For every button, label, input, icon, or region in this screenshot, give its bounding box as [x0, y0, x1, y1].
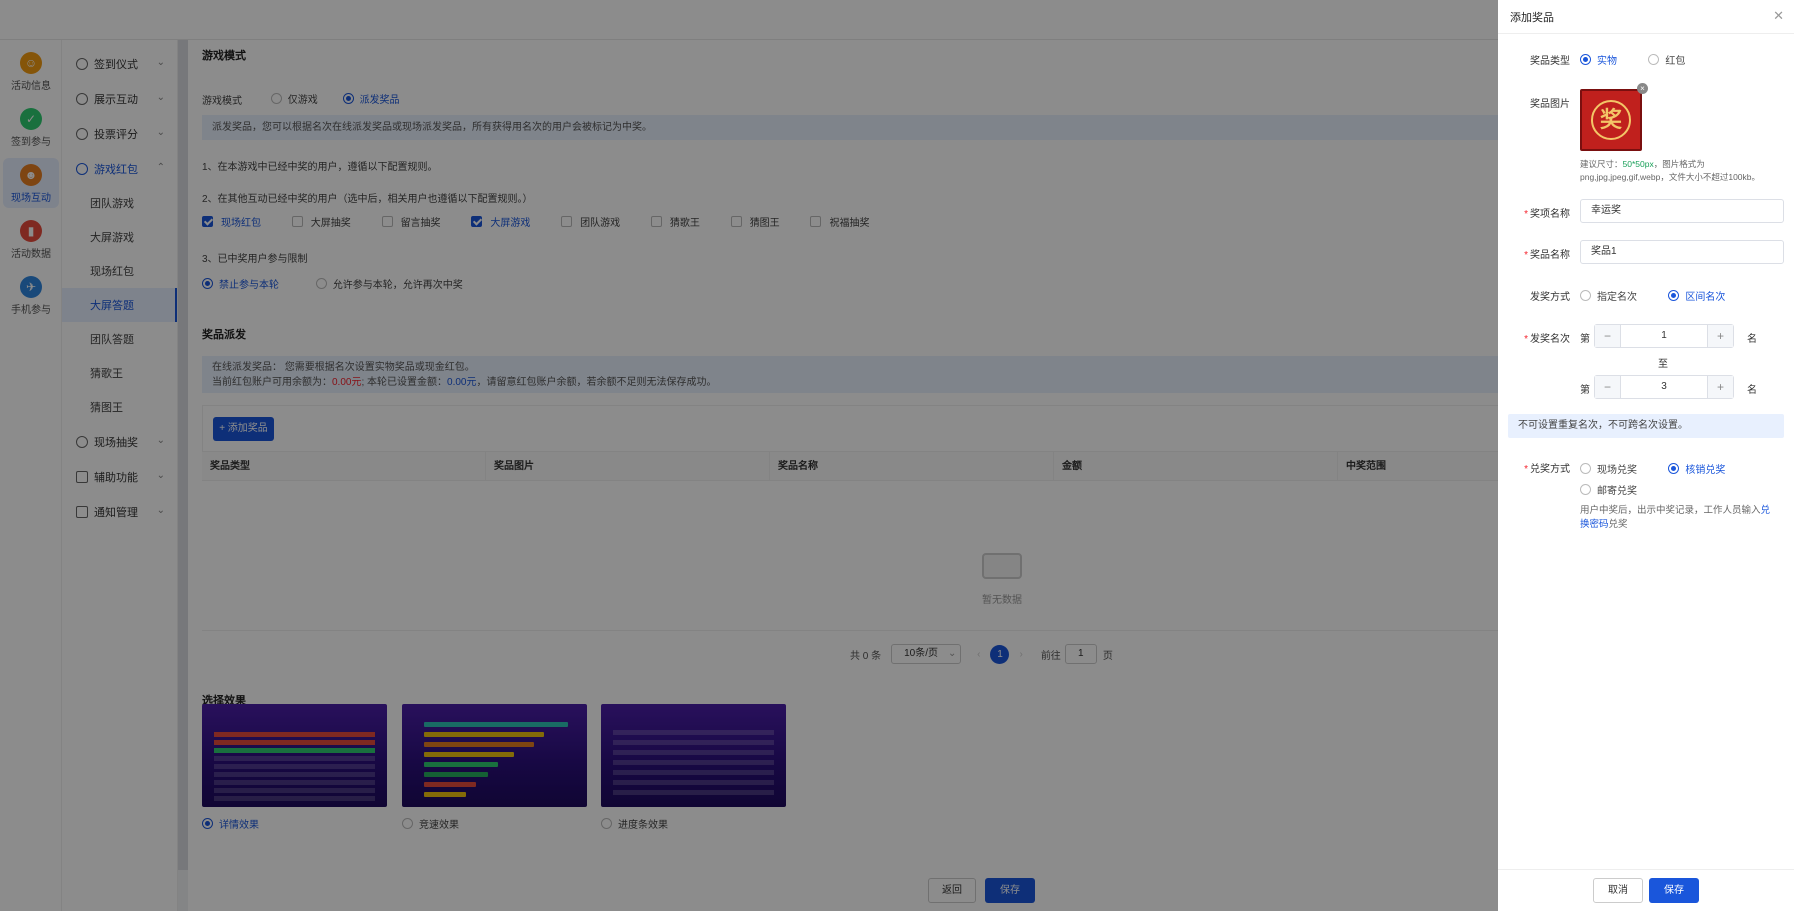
redeem-options: 现场兑奖 核销兑奖: [1580, 461, 1725, 477]
plus-icon[interactable]: +: [1707, 376, 1733, 398]
close-icon[interactable]: ✕: [1773, 9, 1784, 23]
remove-image-icon[interactable]: ×: [1637, 83, 1648, 94]
radio-circle: [1668, 463, 1680, 474]
radio-red-packet[interactable]: 红包: [1648, 52, 1685, 67]
award-rank-label: * 发奖名次: [1524, 334, 1570, 345]
redeem-description: 用户中奖后，出示中奖记录，工作人员输入兑换密码兑奖: [1580, 504, 1786, 532]
cancel-button[interactable]: 取消: [1593, 878, 1643, 903]
redeem-code-link[interactable]: 兑: [1761, 505, 1771, 516]
rank-to-value[interactable]: 3: [1621, 376, 1707, 398]
drawer-title: 添加奖品: [1510, 11, 1554, 24]
rank-notice: 不可设置重复名次，不可跨名次设置。: [1508, 414, 1784, 438]
rank-from-unit: 名: [1747, 334, 1757, 345]
option-label: 区间名次: [1685, 292, 1726, 303]
radio-circle: [1668, 290, 1680, 301]
radio-circle: [1580, 54, 1591, 65]
option-label: 邮寄兑奖: [1597, 486, 1637, 497]
image-hint: 建议尺寸：50*50px，图片格式为 png,jpg,jpeg,gif,webp…: [1580, 158, 1760, 184]
prize-image[interactable]: 奖: [1580, 89, 1642, 151]
plus-icon[interactable]: +: [1707, 325, 1733, 347]
redeem-desc-suffix: 兑奖: [1608, 519, 1628, 530]
rank-from-value[interactable]: 1: [1621, 325, 1707, 347]
rank-from-prefix: 第: [1580, 334, 1590, 345]
award-method-label: 发奖方式: [1530, 292, 1570, 303]
radio-circle: [1648, 54, 1660, 65]
prize-name-label: * 奖品名称: [1524, 250, 1570, 261]
hint-prefix: 建议尺寸：: [1580, 159, 1623, 169]
rank-to-stepper[interactable]: − 3 +: [1594, 375, 1734, 399]
option-label: 指定名次: [1597, 292, 1637, 303]
rank-from-stepper[interactable]: − 1 +: [1594, 324, 1734, 348]
drawer-save-button[interactable]: 保存: [1649, 878, 1699, 903]
prize-image-glyph: 奖: [1591, 100, 1631, 140]
radio-fixed-rank[interactable]: 指定名次: [1580, 288, 1637, 303]
hint-size: 50*50px: [1622, 159, 1654, 169]
radio-circle: [1580, 463, 1591, 474]
option-label: 实物: [1597, 56, 1617, 67]
redeem-option-mail: 邮寄兑奖: [1580, 482, 1637, 498]
option-label: 核销兑奖: [1685, 465, 1726, 476]
drawer-header: 添加奖品 ✕: [1498, 0, 1794, 34]
redeem-desc-prefix: 用户中奖后，出示中奖记录，工作人员输入: [1580, 505, 1761, 516]
prize-type-label: 奖品类型: [1530, 56, 1570, 67]
radio-verify-redeem[interactable]: 核销兑奖: [1668, 461, 1725, 476]
radio-circle: [1580, 484, 1591, 495]
hint-suffix: ，图片格式为: [1653, 159, 1705, 169]
hint-line2: png,jpg,jpeg,gif,webp，文件大小不超过100kb。: [1580, 172, 1760, 182]
radio-range-rank[interactable]: 区间名次: [1668, 288, 1725, 303]
award-method-options: 指定名次 区间名次: [1580, 288, 1725, 304]
rank-to-prefix: 第: [1580, 385, 1590, 396]
radio-mail-redeem[interactable]: 邮寄兑奖: [1580, 482, 1637, 497]
rank-to-word: 至: [1658, 359, 1668, 370]
award-name-label: * 奖项名称: [1524, 209, 1570, 220]
drawer-footer: 取消 保存: [1498, 869, 1794, 911]
radio-onsite-redeem[interactable]: 现场兑奖: [1580, 461, 1637, 476]
prize-name-input[interactable]: 奖品1: [1580, 240, 1784, 264]
rank-to-unit: 名: [1747, 385, 1757, 396]
radio-circle: [1580, 290, 1591, 301]
prize-type-options: 实物 红包: [1580, 52, 1685, 68]
option-label: 红包: [1665, 56, 1686, 67]
redeem-code-link-cont[interactable]: 换密码: [1580, 519, 1609, 530]
radio-physical[interactable]: 实物: [1580, 52, 1617, 67]
minus-icon[interactable]: −: [1595, 325, 1621, 347]
award-name-input[interactable]: 幸运奖: [1580, 199, 1784, 223]
prize-image-label: 奖品图片: [1530, 99, 1570, 110]
redeem-method-label: * 兑奖方式: [1524, 464, 1570, 475]
minus-icon[interactable]: −: [1595, 376, 1621, 398]
add-prize-drawer: 添加奖品 ✕ 奖品类型 实物 红包 奖品图片 奖 × 建议尺寸：50*50px，…: [1498, 0, 1794, 911]
option-label: 现场兑奖: [1597, 465, 1637, 476]
